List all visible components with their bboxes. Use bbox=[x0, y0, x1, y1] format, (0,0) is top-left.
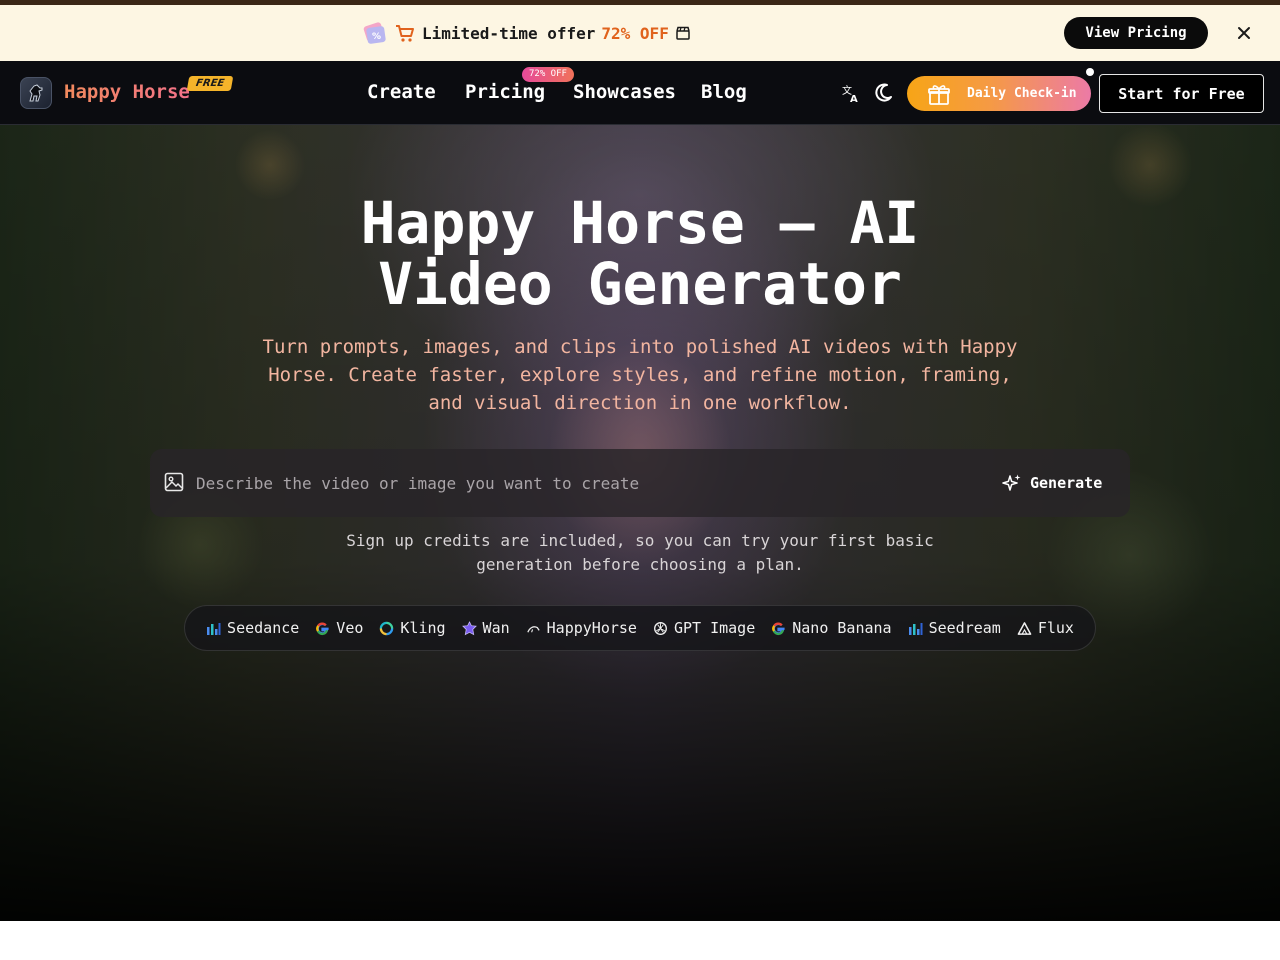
promo-banner: % Limited-time offer 72% OFF View Pricin… bbox=[0, 5, 1280, 61]
notification-dot bbox=[1086, 68, 1094, 76]
google-g-icon bbox=[316, 622, 329, 635]
model-name: GPT Image bbox=[673, 619, 756, 637]
model-name: HappyHorse bbox=[546, 619, 637, 637]
bars-chart-icon bbox=[908, 622, 923, 635]
google-g-icon bbox=[772, 622, 785, 635]
model-name: Flux bbox=[1037, 619, 1074, 637]
bars-chart-icon bbox=[207, 622, 221, 635]
model-name: Kling bbox=[400, 619, 446, 637]
clapperboard-icon bbox=[676, 26, 690, 40]
model-item-gpt-image[interactable]: GPT Image bbox=[653, 619, 755, 637]
promo-message: % Limited-time offer 72% OFF bbox=[360, 5, 691, 61]
close-icon[interactable] bbox=[1234, 23, 1254, 43]
generate-label: Generate bbox=[1030, 474, 1103, 492]
nav-link-showcases[interactable]: Showcases bbox=[573, 81, 676, 103]
checkin-label: Daily Check-in bbox=[967, 86, 1077, 101]
horse-icon bbox=[526, 625, 540, 633]
promo-percent: 72% OFF bbox=[601, 23, 669, 43]
shopping-cart-icon bbox=[396, 25, 414, 42]
hero-title: Happy Horse – AI Video Generator bbox=[0, 193, 1280, 315]
hero-title-line2: Video Generator bbox=[378, 250, 902, 318]
openai-knot-icon bbox=[653, 621, 667, 635]
image-upload-icon[interactable] bbox=[164, 472, 184, 492]
model-item-flux[interactable]: Flux bbox=[1017, 619, 1074, 637]
discount-tag-icon: % bbox=[363, 22, 386, 44]
brand-name[interactable]: Happy Horse bbox=[64, 81, 190, 103]
free-badge: FREE bbox=[186, 76, 234, 91]
sparkles-icon bbox=[1002, 474, 1021, 491]
model-list: Seedance Veo Kling Wan HappyHorse GPT Im… bbox=[184, 605, 1096, 651]
gift-icon bbox=[928, 84, 950, 105]
hero-subtitle: Turn prompts, images, and clips into pol… bbox=[262, 336, 1018, 414]
hero-section: Happy Horse – AI Video Generator Turn pr… bbox=[0, 125, 1280, 921]
model-name: Seedream bbox=[928, 619, 1001, 637]
generate-button[interactable]: Generate bbox=[1002, 469, 1102, 497]
hero-title-line1: Happy Horse – AI bbox=[360, 189, 920, 257]
model-item-kling[interactable]: Kling bbox=[379, 619, 446, 637]
prompt-input[interactable] bbox=[196, 467, 976, 499]
kling-swirl-icon bbox=[380, 621, 394, 635]
triangle-icon bbox=[1017, 621, 1032, 635]
translate-icon[interactable]: 文 A bbox=[841, 83, 861, 103]
model-item-happyhorse[interactable]: HappyHorse bbox=[526, 619, 637, 637]
svg-text:A: A bbox=[850, 94, 858, 103]
model-item-wan[interactable]: Wan bbox=[461, 619, 510, 637]
model-name: Wan bbox=[482, 619, 510, 637]
nav-link-blog[interactable]: Blog bbox=[701, 81, 747, 103]
model-item-nano-banana[interactable]: Nano Banana bbox=[771, 619, 892, 637]
horse-logo-icon bbox=[29, 84, 43, 102]
svg-text:%: % bbox=[372, 32, 381, 42]
model-name: Seedance bbox=[227, 619, 300, 637]
model-name: Nano Banana bbox=[792, 619, 892, 637]
top-nav: Happy Horse FREE Create Pricing 72% OFF … bbox=[0, 61, 1280, 125]
model-item-seedream[interactable]: Seedream bbox=[908, 619, 1001, 637]
model-item-seedance[interactable]: Seedance bbox=[206, 619, 299, 637]
prompt-bar: Generate bbox=[150, 449, 1130, 517]
dark-mode-moon-icon[interactable] bbox=[872, 82, 894, 104]
nav-link-create[interactable]: Create bbox=[367, 81, 436, 103]
model-name: Veo bbox=[336, 619, 364, 637]
daily-checkin-button[interactable]: Daily Check-in bbox=[907, 76, 1091, 111]
signup-note: Sign up credits are included, so you can… bbox=[346, 531, 934, 574]
nav-link-pricing[interactable]: Pricing bbox=[465, 81, 545, 103]
pricing-discount-badge: 72% OFF bbox=[522, 67, 574, 82]
wan-star-icon bbox=[461, 620, 477, 635]
promo-text: Limited-time offer bbox=[422, 23, 596, 43]
view-pricing-button[interactable]: View Pricing bbox=[1064, 17, 1208, 49]
logo[interactable] bbox=[20, 77, 52, 109]
model-item-veo[interactable]: Veo bbox=[315, 619, 363, 637]
start-for-free-button[interactable]: Start for Free bbox=[1099, 74, 1264, 113]
